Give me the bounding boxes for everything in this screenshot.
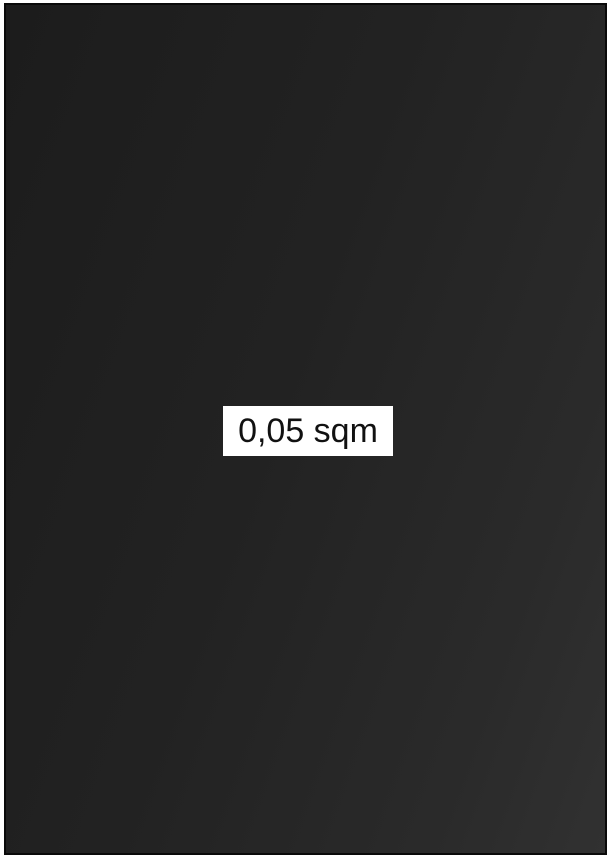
area-label: 0,05 sqm bbox=[223, 406, 393, 456]
